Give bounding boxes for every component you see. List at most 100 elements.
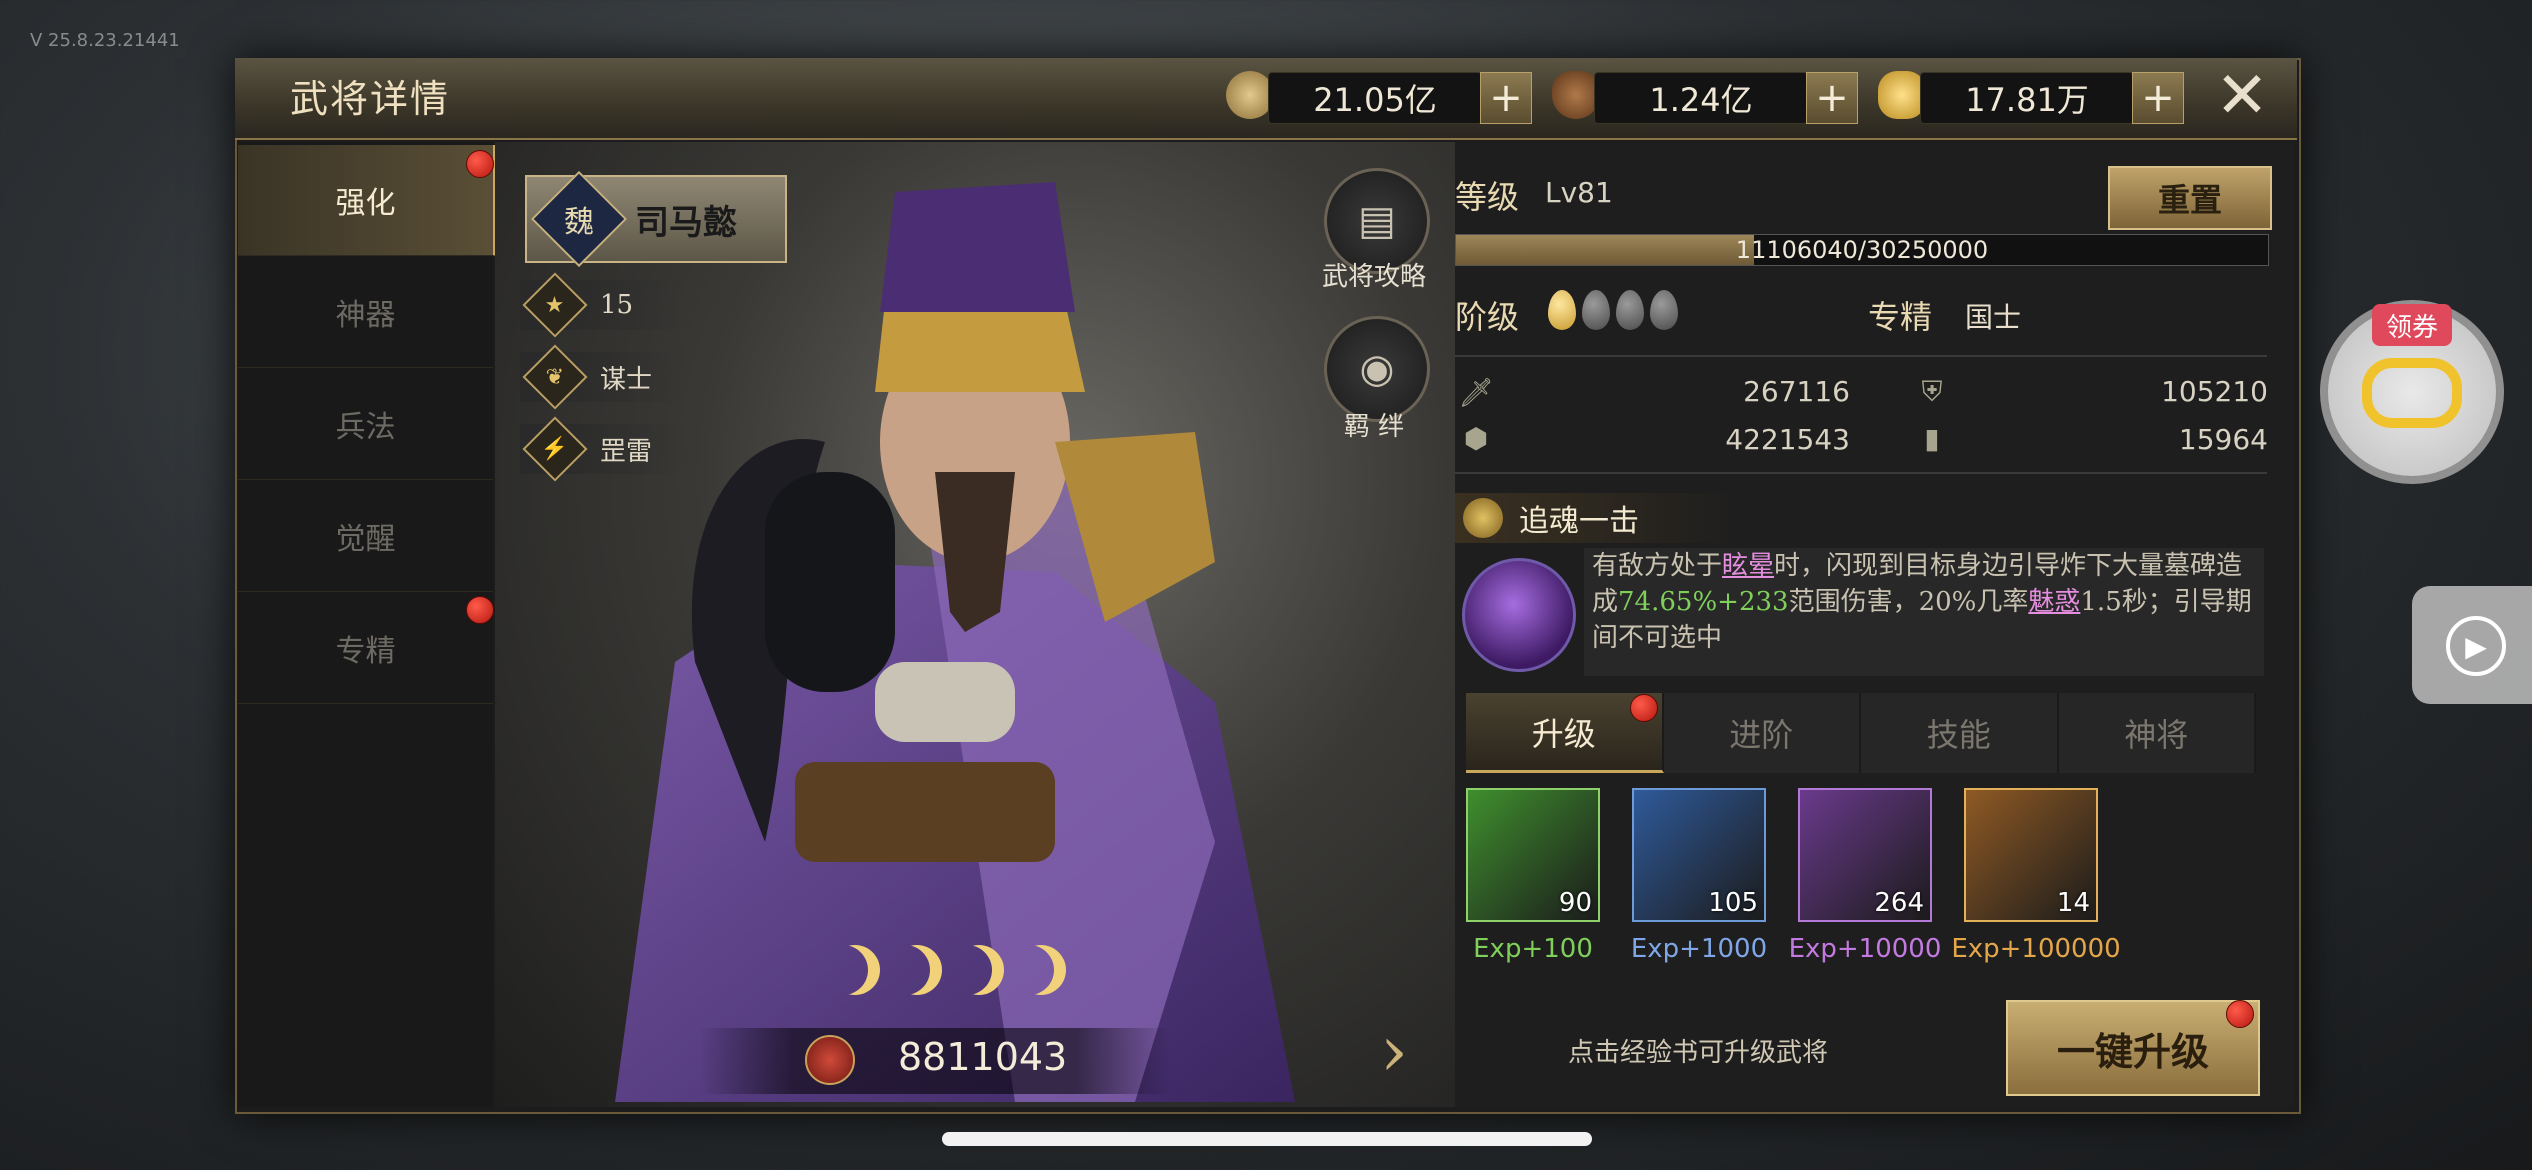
divider [1455, 355, 2267, 357]
power-value: 8811043 [898, 1035, 1068, 1079]
faction-badge: 魏 [530, 170, 628, 268]
add-bag-button[interactable]: + [1806, 72, 1858, 124]
hp-value: 4221543 [1725, 423, 1850, 456]
sidebar-item-tactics[interactable]: 兵法 [238, 369, 493, 480]
money-bag-icon [1552, 71, 1600, 119]
reset-button[interactable]: 重置 [2108, 166, 2272, 230]
sidebar-item-label: 神器 [335, 298, 396, 333]
sidebar-item-artifact[interactable]: 神器 [238, 257, 493, 368]
sidebar-item-label: 强化 [335, 186, 396, 221]
skill-icon[interactable] [1462, 558, 1576, 672]
add-copper-button[interactable]: + [1480, 72, 1532, 124]
specialty-label: 专精 [1868, 298, 1933, 336]
specialty-value: 国士 [1965, 301, 2022, 334]
sidebar-item-label: 觉醒 [335, 522, 396, 557]
moon-icon [892, 945, 942, 995]
exp-book-green[interactable]: 90 [1466, 788, 1600, 922]
feather-fan-icon: ❦ [522, 344, 588, 410]
book-exp-label: Exp+100000 [1951, 934, 2121, 964]
currency-copper-value: 21.05亿 [1268, 72, 1482, 124]
skill-name: 追魂一击 [1519, 504, 1639, 539]
star-count: 15 [600, 290, 634, 320]
upgrade-tabs: 升级 进阶 技能 神将 [1466, 693, 2256, 773]
sidebar-item-awaken[interactable]: 觉醒 [238, 481, 493, 592]
book-exp-label: Exp+100 [1473, 934, 1593, 964]
moon-icon [1016, 945, 1066, 995]
hero-element: 罡雷 [600, 436, 653, 467]
version-label: V 25.8.23.21441 [30, 30, 180, 51]
one-click-upgrade-button[interactable]: 一键升级 [2006, 1000, 2260, 1096]
boots-icon: ▮ [1924, 421, 1940, 455]
rank-drops [1548, 290, 1684, 330]
add-gold-button[interactable]: + [2132, 72, 2184, 124]
sidebar-item-specialty[interactable]: 专精 [238, 593, 493, 704]
gold-ingot-icon [1878, 71, 1926, 119]
book-count: 105 [1708, 888, 1758, 918]
tab-label: 技能 [1926, 716, 1991, 754]
moon-skill-icon [1463, 498, 1503, 538]
book-count: 264 [1874, 888, 1924, 918]
awaken-moons [830, 945, 1066, 995]
sidebar-item-label: 兵法 [335, 410, 396, 445]
attack-value: 267116 [1743, 375, 1850, 408]
sidebar-item-label: 专精 [335, 634, 396, 669]
moon-icon [830, 945, 880, 995]
skill-desc-segment: 范围伤害，20%几率 [1788, 587, 2029, 617]
star-icon: ★ [522, 272, 588, 338]
hero-stars-tag: ★ 15 [520, 272, 685, 338]
tab-label: 升级 [1531, 714, 1596, 753]
moon-icon [954, 945, 1004, 995]
hero-name: 司马懿 [635, 202, 737, 243]
notification-dot [2226, 1000, 2254, 1028]
tab-label: 神将 [2124, 716, 2189, 754]
exp-book-blue[interactable]: 105 [1632, 788, 1766, 922]
sidebar-item-enhance[interactable]: 强化 [238, 145, 496, 256]
notification-dot [1630, 694, 1658, 722]
faction-label: 魏 [564, 205, 594, 240]
divider [1455, 472, 2267, 474]
tab-advance[interactable]: 进阶 [1663, 693, 1861, 773]
tab-skills[interactable]: 技能 [1861, 693, 2059, 773]
skill-desc-segment: 眩晕 [1722, 551, 1775, 581]
rank-drop-icon [1582, 290, 1610, 330]
play-icon: ▶ [2446, 616, 2506, 676]
helmet-icon: ⬢ [1463, 421, 1489, 455]
close-button[interactable]: ✕ [2212, 64, 2272, 128]
hero-name-plate: 魏 司马懿 [525, 170, 787, 268]
hero-class: 谋士 [600, 364, 653, 395]
book-exp-label: Exp+1000 [1630, 934, 1768, 964]
page-title: 武将详情 [290, 77, 451, 121]
book-count: 14 [2056, 888, 2090, 918]
power-icon [805, 1035, 855, 1085]
hero-element-tag: ⚡ 罡雷 [520, 416, 685, 482]
speed-value: 15964 [2178, 423, 2268, 456]
notification-dot [466, 596, 494, 624]
tab-divine-general[interactable]: 神将 [2058, 693, 2256, 773]
skill-desc-segment: 魅惑 [2028, 587, 2081, 617]
skill-desc-segment: 有敌方处于 [1592, 551, 1723, 581]
level-label: 等级 [1455, 178, 1520, 216]
coupon-label: 领券 [2372, 304, 2452, 346]
rank-drop-icon [1548, 290, 1576, 330]
rank-drop-icon [1616, 290, 1644, 330]
book-count: 90 [1558, 888, 1592, 918]
notification-dot [466, 150, 494, 178]
home-indicator [942, 1132, 1592, 1146]
exp-book-orange[interactable]: 14 [1964, 788, 2098, 922]
sword-icon: 🗡 [1458, 375, 1494, 409]
shield-icon: ⛨ [1921, 375, 1943, 408]
next-hero-arrow-icon[interactable]: › [1380, 1010, 1408, 1092]
exp-bar: 11106040/30250000 [1455, 234, 2269, 266]
copper-coin-icon [1226, 71, 1274, 119]
tab-label: 进阶 [1729, 716, 1794, 754]
currency-gold-value: 17.81万 [1920, 72, 2134, 124]
exp-text: 11106040/30250000 [1735, 236, 1989, 264]
rank-drop-icon [1650, 290, 1678, 330]
rank-label: 阶级 [1455, 298, 1520, 336]
skill-header: 追魂一击 [1455, 493, 1740, 543]
bond-label: 羁 绊 [1343, 412, 1405, 442]
gamepad-icon [2362, 358, 2462, 428]
exp-book-purple[interactable]: 264 [1798, 788, 1932, 922]
hero-class-tag: ❦ 谋士 [520, 344, 685, 410]
defense-value: 105210 [2161, 375, 2268, 408]
